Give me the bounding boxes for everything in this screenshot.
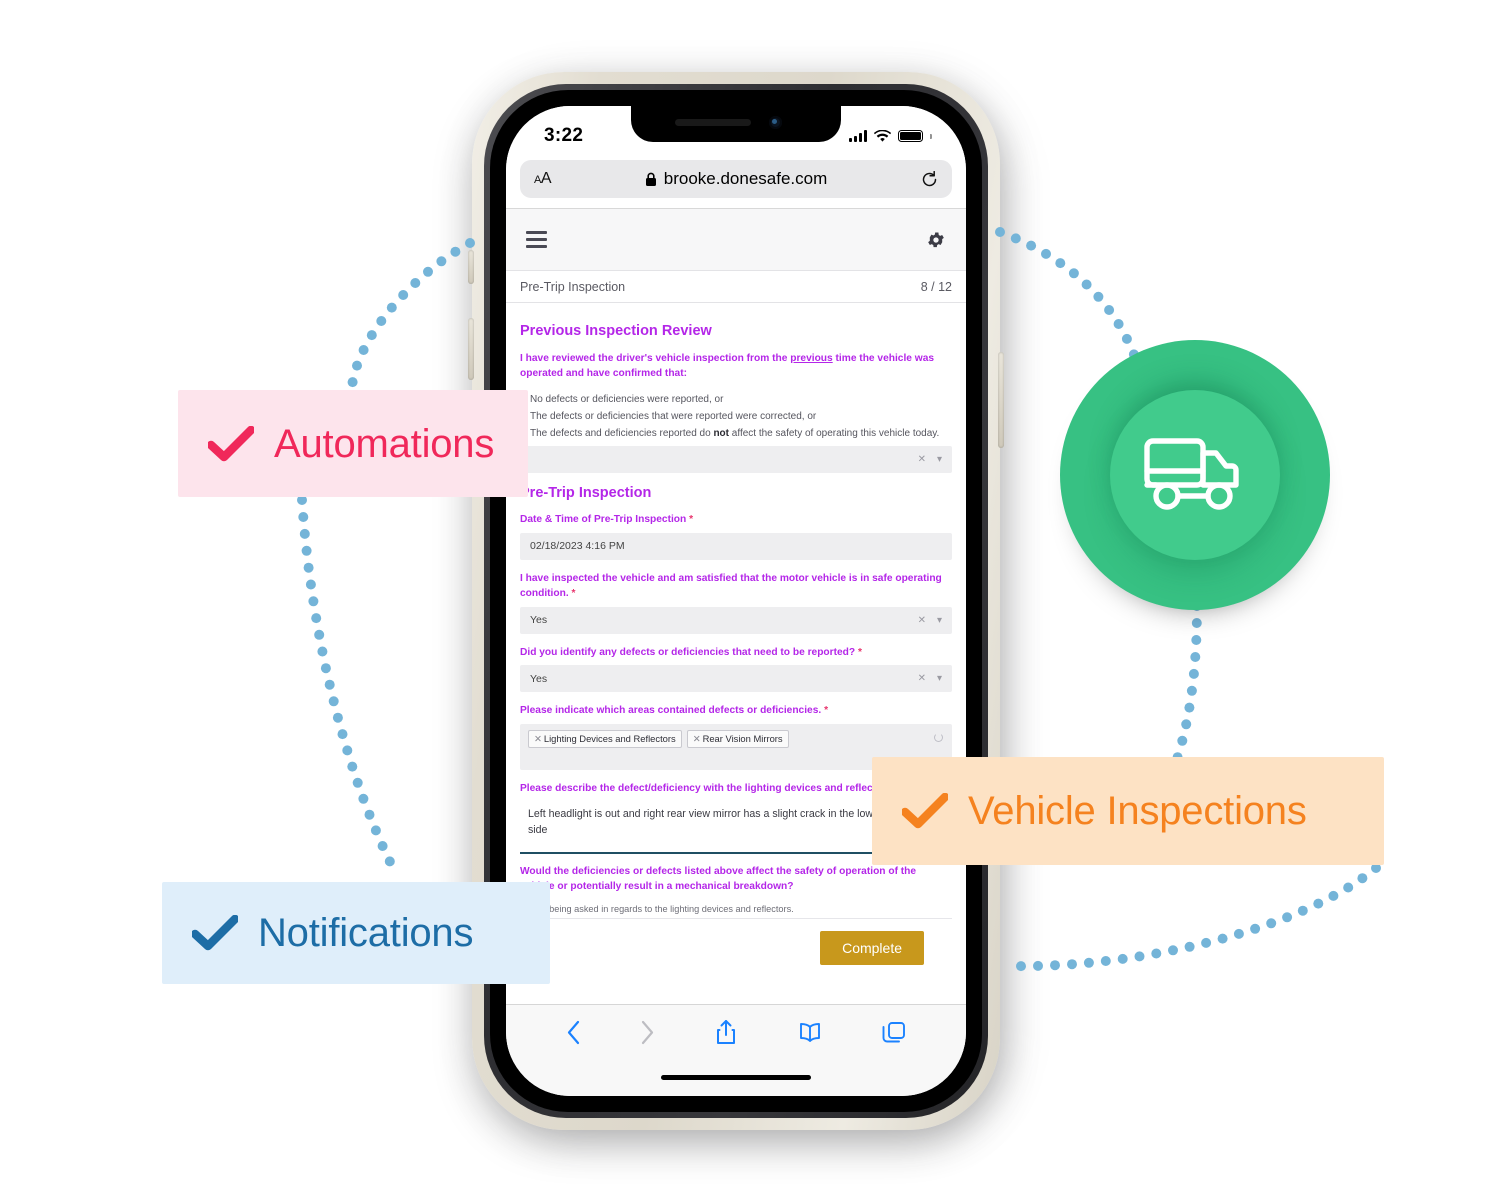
badge-notifications[interactable]: Notifications: [162, 882, 550, 984]
datetime-label-text: Date & Time of Pre-Trip Inspection: [520, 514, 687, 526]
url-text: brooke.donesafe.com: [663, 169, 828, 188]
areas-label: Please indicate which areas contained de…: [520, 704, 952, 719]
address-bar[interactable]: AA brooke.donesafe.com: [520, 160, 952, 198]
breadcrumb-title: Pre-Trip Inspection: [520, 279, 626, 294]
battery-full-icon: [898, 130, 923, 142]
clear-x-icon[interactable]: ✕: [918, 615, 926, 626]
safe-operating-value: Yes: [530, 614, 548, 626]
earpiece-speaker-icon: [675, 119, 751, 126]
breadcrumb: Pre-Trip Inspection 8 / 12: [506, 271, 966, 303]
book-icon[interactable]: [797, 1022, 823, 1044]
defects-label: Did you identify any defects or deficien…: [520, 646, 952, 661]
volume-up-button[interactable]: [468, 318, 474, 380]
power-button[interactable]: [998, 352, 1004, 448]
describe-value: Left headlight is out and right rear vie…: [528, 807, 927, 836]
reload-icon[interactable]: [921, 170, 938, 188]
badge-automations[interactable]: Automations: [178, 390, 528, 497]
share-icon[interactable]: [715, 1019, 737, 1046]
illustration-stage: 3:22 AA brooke.donesafe.com Pre-Trip Ins…: [0, 0, 1500, 1200]
previous-review-bullets: No defects or deficiencies were reported…: [520, 391, 952, 443]
hamburger-menu-icon[interactable]: [526, 231, 547, 248]
tag-label: Lighting Devices and Reflectors: [543, 733, 676, 745]
check-icon: [902, 793, 948, 829]
check-icon: [208, 425, 254, 461]
section-heading-previous-review: Previous Inspection Review: [520, 323, 712, 339]
status-time: 3:22: [544, 125, 584, 146]
phone-screen: 3:22 AA brooke.donesafe.com Pre-Trip Ins…: [506, 106, 966, 1096]
vehicle-feature-circle: [1060, 340, 1330, 610]
defects-select[interactable]: Yes ✕ ▾: [520, 665, 952, 693]
wifi-icon: [874, 129, 891, 142]
home-indicator: [661, 1075, 811, 1080]
chevron-down-icon[interactable]: ▾: [937, 615, 942, 626]
tabs-icon[interactable]: [882, 1021, 906, 1045]
safari-toolbar: [506, 1004, 966, 1096]
statement-part-a: I have reviewed the driver's vehicle ins…: [520, 353, 791, 364]
tag-remove-icon[interactable]: ✕: [534, 733, 542, 744]
delivery-truck-icon: [1144, 438, 1239, 510]
tag-item[interactable]: ✕ Rear Vision Mirrors: [686, 730, 789, 749]
notch: [631, 106, 841, 142]
datetime-label: Date & Time of Pre-Trip Inspection *: [520, 513, 952, 528]
required-marker: *: [857, 646, 862, 658]
required-marker: *: [571, 587, 576, 599]
list-item: The defects or deficiencies that were re…: [530, 410, 817, 422]
inspection-form: Previous Inspection Review I have review…: [506, 303, 966, 1096]
previous-review-select[interactable]: ✕ ▾: [520, 446, 952, 474]
safe-operating-label-text: I have inspected the vehicle and am sati…: [520, 572, 942, 599]
front-camera-icon: [769, 116, 782, 129]
circle-inner: [1110, 390, 1280, 560]
tag-label: Rear Vision Mirrors: [702, 733, 783, 745]
list-item: The defects and deficiencies reported do…: [530, 427, 940, 439]
badge-label: Notifications: [258, 911, 474, 955]
battery-cap-icon: [930, 133, 932, 139]
previous-link[interactable]: previous: [790, 353, 832, 364]
safari-url-bar: AA brooke.donesafe.com: [506, 158, 966, 209]
safe-operating-select[interactable]: Yes ✕ ▾: [520, 606, 952, 634]
app-header: [506, 209, 966, 271]
breadcrumb-progress: 8 / 12: [920, 279, 952, 294]
areas-label-text: Please indicate which areas contained de…: [520, 705, 822, 717]
text-size-button[interactable]: AA: [534, 170, 552, 188]
datetime-field[interactable]: 02/18/2023 4:16 PM: [520, 532, 952, 560]
loading-spinner-icon: [934, 733, 943, 743]
clear-x-icon[interactable]: ✕: [918, 454, 926, 465]
safety-question-label: Would the deficiencies or defects listed…: [520, 865, 917, 892]
lock-icon: [645, 172, 656, 186]
divider: [520, 918, 952, 920]
complete-button[interactable]: Complete: [820, 931, 924, 966]
required-marker: *: [689, 514, 694, 526]
chevron-down-icon[interactable]: ▾: [937, 454, 942, 465]
chevron-down-icon[interactable]: ▾: [937, 673, 942, 684]
required-marker: *: [824, 705, 829, 717]
silent-switch[interactable]: [468, 250, 474, 284]
clear-x-icon[interactable]: ✕: [918, 673, 926, 684]
list-item: No defects or deficiencies were reported…: [530, 393, 724, 405]
tag-item[interactable]: ✕ Lighting Devices and Reflectors: [528, 730, 682, 749]
chevron-right-icon: [642, 1020, 654, 1045]
gear-icon[interactable]: [926, 230, 946, 250]
phone-device: 3:22 AA brooke.donesafe.com Pre-Trip Ins…: [472, 72, 1000, 1130]
badge-label: Automations: [274, 421, 495, 466]
previous-review-statement: I have reviewed the driver's vehicle ins…: [520, 351, 952, 382]
chevron-left-icon[interactable]: [566, 1020, 581, 1045]
section-heading-pre-trip: Pre-Trip Inspection: [520, 485, 652, 502]
badge-vehicle-inspections[interactable]: Vehicle Inspections: [872, 757, 1384, 865]
badge-label: Vehicle Inspections: [968, 789, 1307, 833]
safe-operating-label: I have inspected the vehicle and am sati…: [520, 572, 952, 602]
check-icon: [192, 915, 238, 951]
cellular-bars-icon: [849, 130, 867, 142]
datetime-value: 02/18/2023 4:16 PM: [530, 540, 625, 553]
defects-label-text: Did you identify any defects or deficien…: [520, 646, 856, 658]
defects-value: Yes: [530, 672, 548, 685]
safety-question-hint: This is being asked in regards to the li…: [520, 904, 794, 915]
tag-remove-icon[interactable]: ✕: [693, 733, 701, 744]
